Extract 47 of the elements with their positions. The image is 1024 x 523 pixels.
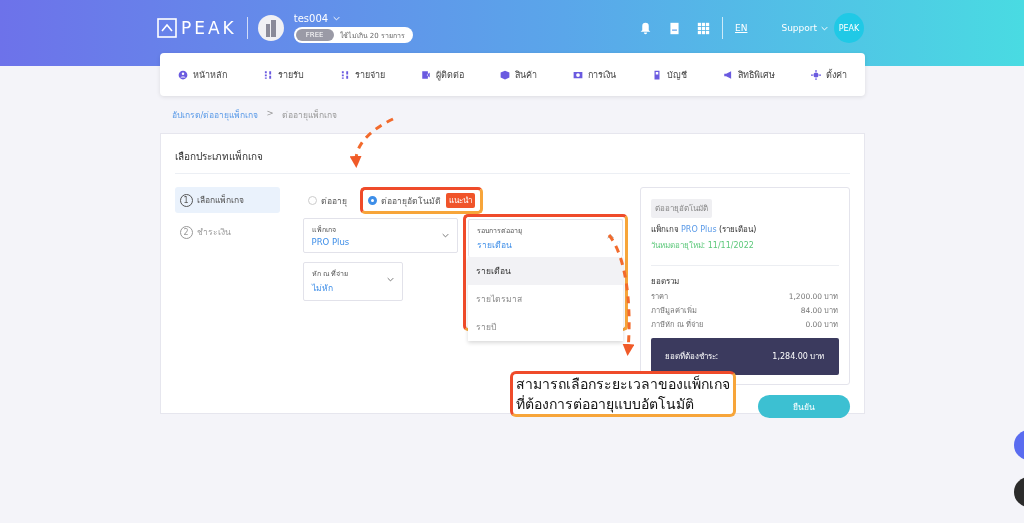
dropdown-option[interactable]: รายไตรมาส <box>467 285 623 313</box>
logo-icon <box>157 18 177 38</box>
radio-option[interactable]: ต่ออายุ <box>307 193 347 208</box>
dropdown-option[interactable]: รายเดือน <box>467 257 623 285</box>
building-icon[interactable] <box>257 15 284 41</box>
expiry-date: วันหมดอายุใหม่: 11/11/2022 <box>650 240 755 252</box>
nav-icon <box>810 69 821 80</box>
annotation-callout: สามารถเลือกระยะเวลาของแพ็กเกจ ที่ต้องการต่ออายุแบบอัตโนมัติ <box>509 371 736 417</box>
chevron-icon <box>606 234 614 239</box>
nav-item[interactable]: หน้าหลัก <box>177 67 227 82</box>
dropdown-option[interactable]: รายปี <box>467 313 623 341</box>
breadcrumb-current: ต่ออายุแพ็กเกจ <box>281 108 337 122</box>
nav-item[interactable]: สินค้า <box>499 67 537 82</box>
nav-icon <box>177 69 188 80</box>
chevron-icon <box>441 233 449 238</box>
chevron-icon <box>333 16 341 21</box>
nav-item[interactable]: รายจ่าย <box>339 67 385 82</box>
radio-button[interactable] <box>367 196 377 205</box>
nav-item[interactable]: การเงิน <box>572 67 616 82</box>
apps-grid-icon[interactable] <box>697 21 710 35</box>
recommend-badge: แนะนำ <box>445 193 475 208</box>
total-heading: ยอดรวม <box>650 276 680 288</box>
dashed-arrow <box>350 117 394 168</box>
nav-item[interactable]: ผู้ติดต่อ <box>420 67 464 82</box>
nav-item[interactable]: บัญชี <box>651 67 687 82</box>
nav-icon <box>499 69 510 80</box>
chevron-icon <box>386 277 394 282</box>
nav-item[interactable]: ตั้งค่า <box>810 67 847 82</box>
chevron-icon <box>821 25 828 31</box>
step-item[interactable]: 1 เลือกแพ็กเกจ <box>174 187 280 213</box>
nav-icon <box>722 69 733 80</box>
book-icon[interactable] <box>668 21 681 35</box>
logo-text: PEAK <box>181 18 237 38</box>
nav-item[interactable]: รายรับ <box>262 67 304 82</box>
nav-icon <box>262 69 273 80</box>
due-label: ยอดที่ต้องชำระ: <box>664 350 719 363</box>
nav-item[interactable]: สิทธิพิเศษ <box>722 67 775 82</box>
nav-icon <box>420 69 431 80</box>
card-title: เลือกประเภทแพ็กเกจ <box>174 134 850 174</box>
nav-icon <box>572 69 583 80</box>
radio-option[interactable]: ต่ออายุอัตโนมัติ <box>367 193 441 208</box>
due-amount: 1,284.00 บาท <box>772 351 825 363</box>
package-tag: ต่ออายุอัตโนมัติ <box>650 199 712 218</box>
bell-icon[interactable] <box>639 21 652 35</box>
package-line: แพ็กเกจ PRO Plus (รายเดือน) <box>650 223 758 236</box>
breadcrumb-separator: > <box>266 108 274 120</box>
nav-icon <box>339 69 350 80</box>
